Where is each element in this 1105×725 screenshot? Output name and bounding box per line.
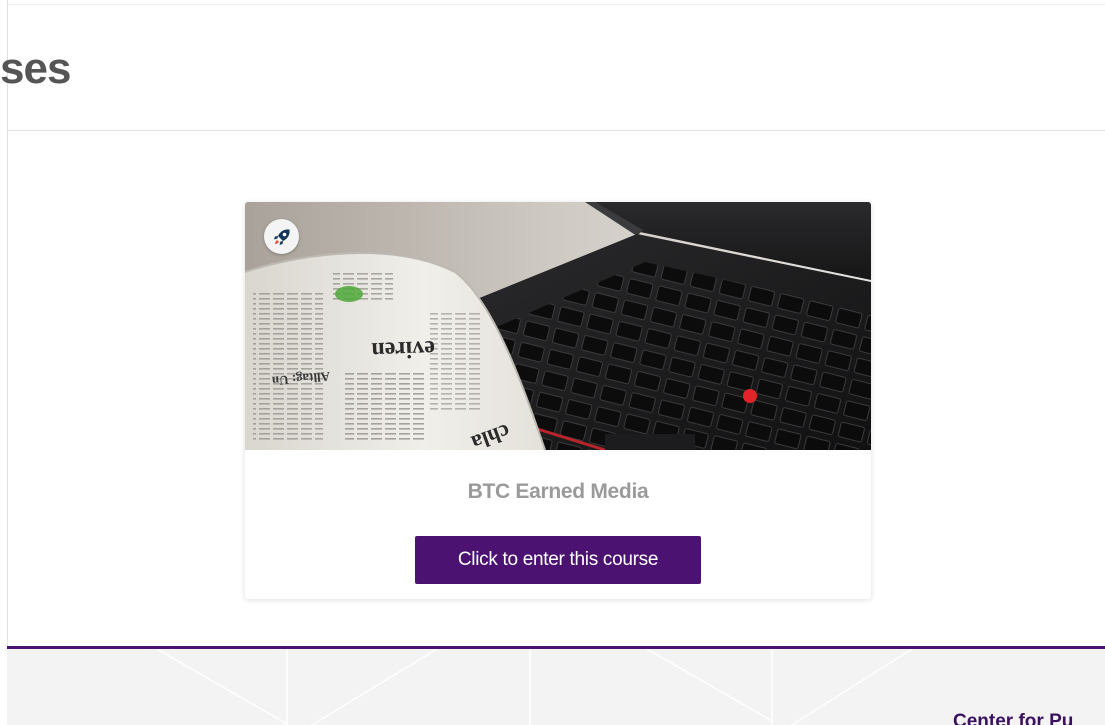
course-card[interactable]: eviren Alltag: Un chla BTC Earned Media … — [245, 202, 871, 599]
rocket-icon — [273, 229, 289, 245]
footer-org-name[interactable]: Center for Pu — [953, 711, 1073, 725]
footer-geometric-pattern — [156, 649, 913, 725]
title-divider — [7, 130, 1105, 131]
enter-course-button[interactable]: Click to enter this course — [415, 536, 701, 584]
page-title: ses — [0, 44, 71, 93]
svg-text:eviren: eviren — [371, 335, 435, 363]
newspaper-laptop-image: eviren Alltag: Un chla — [245, 202, 871, 450]
page: ses eviren Alltag: Un chla BTC Earned Me… — [0, 0, 1105, 725]
course-type-badge — [264, 219, 299, 254]
course-image[interactable]: eviren Alltag: Un chla — [245, 202, 871, 450]
footer: Center for Pu — [7, 646, 1105, 725]
top-divider — [7, 4, 1105, 5]
course-name[interactable]: BTC Earned Media — [245, 480, 871, 504]
left-divider — [7, 0, 8, 648]
